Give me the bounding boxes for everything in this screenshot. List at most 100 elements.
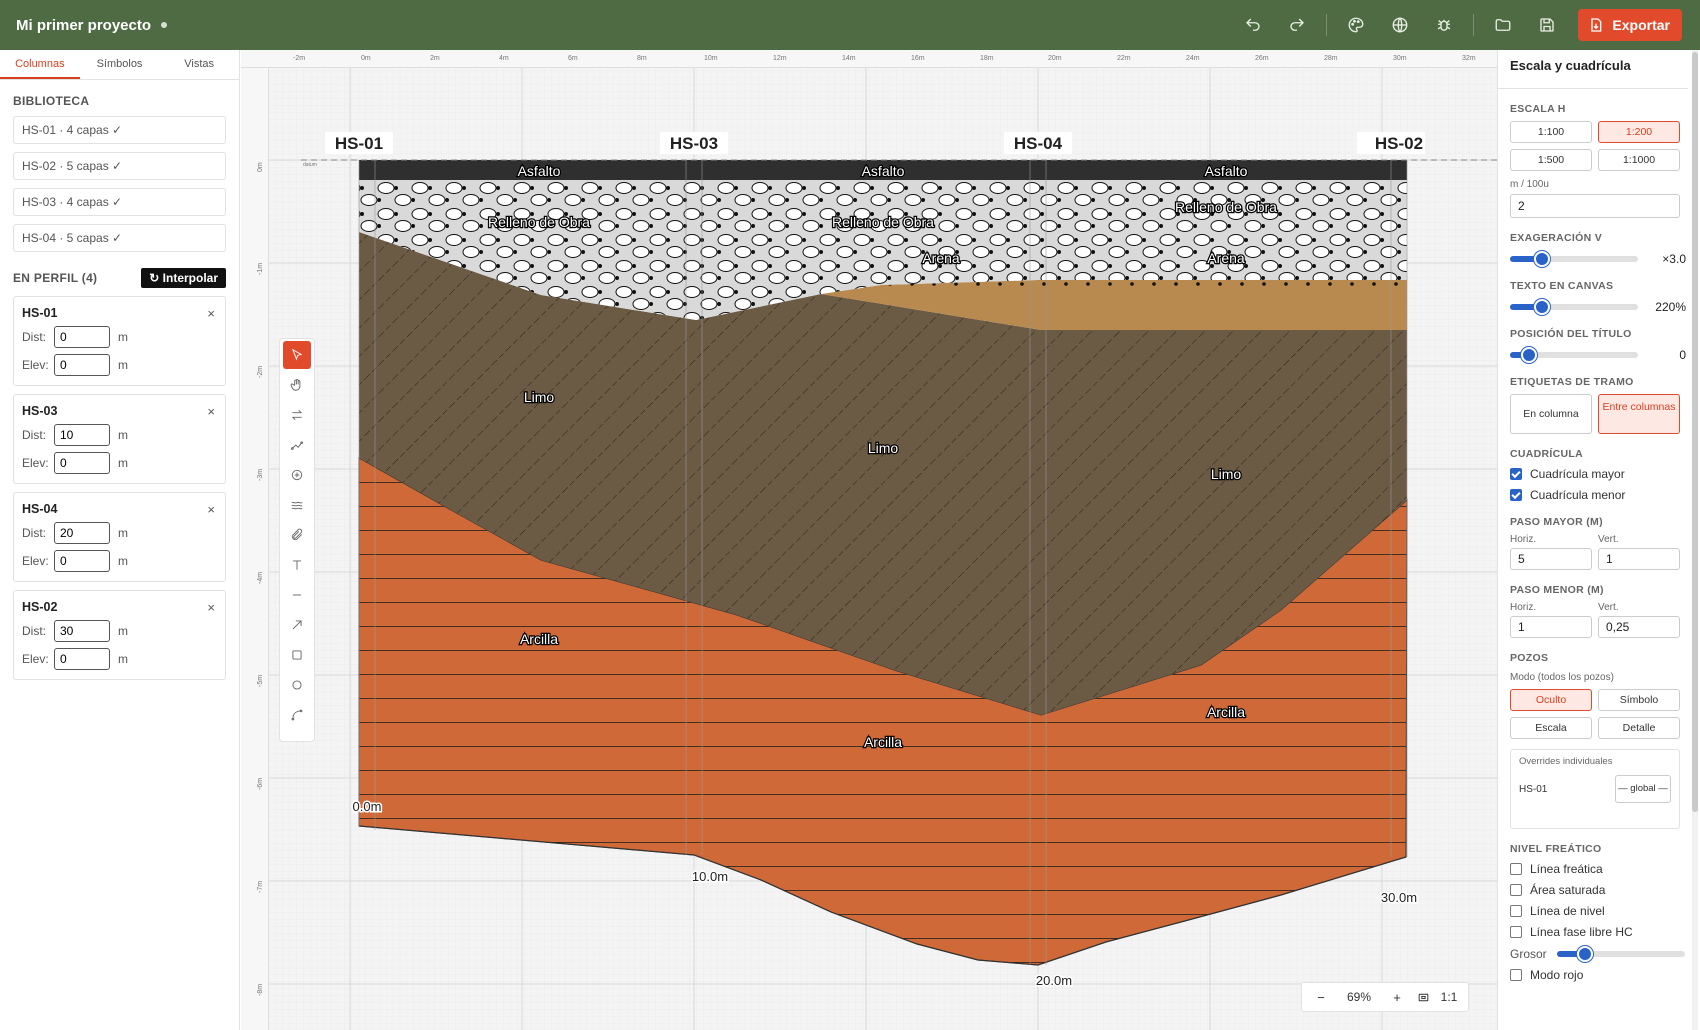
interpolate-icon[interactable] — [283, 431, 311, 459]
swap-icon[interactable] — [283, 401, 311, 429]
fit-screen-icon[interactable] — [1410, 984, 1436, 1010]
horiz-label: Horiz. — [1510, 602, 1537, 613]
panel-scrollbar[interactable] — [1692, 50, 1698, 1030]
zoom-in-button[interactable]: + — [1384, 984, 1410, 1010]
pozos-option[interactable]: Símbolo — [1598, 689, 1680, 711]
interpolate-button[interactable]: ↻ Interpolar — [141, 268, 226, 288]
zoom-reset-button[interactable]: 1:1 — [1436, 984, 1462, 1010]
layer-label-arena: Arena — [922, 250, 960, 266]
depth-label: 10.0m — [692, 869, 728, 884]
close-icon[interactable]: × — [207, 404, 215, 419]
hand-tool-icon[interactable] — [283, 371, 311, 399]
bug-icon[interactable] — [1429, 9, 1459, 41]
undo-icon[interactable] — [1238, 9, 1268, 41]
linea-freatica-checkbox[interactable] — [1510, 863, 1522, 875]
tab-vistas[interactable]: Vistas — [159, 50, 239, 79]
scale-option[interactable]: 1:500 — [1510, 149, 1592, 171]
column-card-hs01: HS-01 × Dist: m Elev: m — [13, 296, 226, 386]
canvas-area[interactable]: datum HS-01 HS-03 HS-04 HS-02 Asfalto As… — [241, 50, 1497, 1030]
elev-label: Elev: — [22, 456, 49, 470]
grosor-slider[interactable] — [1556, 946, 1685, 962]
paso-mayor-horiz-input[interactable]: 5 — [1510, 548, 1592, 570]
paso-menor-horiz-input[interactable]: 1 — [1510, 616, 1592, 638]
etiqueta-option-selected[interactable]: Entre columnas — [1598, 394, 1680, 434]
area-saturada-checkbox[interactable] — [1510, 884, 1522, 896]
folder-icon[interactable] — [1488, 9, 1518, 41]
elev-input[interactable] — [54, 648, 110, 670]
scale-option-selected[interactable]: 1:200 — [1598, 121, 1680, 143]
close-icon[interactable]: × — [207, 306, 215, 321]
project-title[interactable]: Mi primer proyecto — [16, 17, 151, 34]
divider — [1498, 88, 1688, 89]
depth-label: 30.0m — [1381, 890, 1417, 905]
curve-tool-icon[interactable] — [283, 701, 311, 729]
library-item[interactable]: HS-01 · 4 capas ✓ — [13, 116, 226, 144]
ruler-tick: -5m — [257, 674, 264, 687]
exag-slider[interactable] — [1510, 251, 1638, 267]
layer-label-relleno: Relleno de Obra — [1175, 199, 1277, 215]
tab-columnas[interactable]: Columnas — [0, 50, 80, 79]
library-item[interactable]: HS-02 · 5 capas ✓ — [13, 152, 226, 180]
add-point-icon[interactable] — [283, 461, 311, 489]
rectangle-tool-icon[interactable] — [283, 641, 311, 669]
dist-input[interactable] — [54, 620, 110, 642]
export-button[interactable]: Exportar — [1578, 9, 1682, 41]
library-item[interactable]: HS-04 · 5 capas ✓ — [13, 224, 226, 252]
text-tool-icon[interactable] — [283, 551, 311, 579]
paso-mayor-vert-input[interactable]: 1 — [1598, 548, 1680, 570]
water-level-icon[interactable] — [283, 491, 311, 519]
modo-rojo-checkbox[interactable] — [1510, 969, 1522, 981]
tab-simbolos[interactable]: Símbolos — [80, 50, 160, 79]
layer-label-arcilla: Arcilla — [520, 631, 558, 647]
column-title-hs03: HS-03 — [660, 132, 728, 154]
line-tool-icon[interactable] — [283, 581, 311, 609]
globe-icon[interactable] — [1385, 9, 1415, 41]
grid-minor-checkbox[interactable] — [1510, 489, 1522, 501]
pozos-option[interactable]: Escala — [1510, 717, 1592, 739]
select-tool-icon[interactable] — [283, 341, 311, 369]
scale-option[interactable]: 1:1000 — [1598, 149, 1680, 171]
tool-palette — [279, 338, 315, 742]
grid-major-checkbox[interactable] — [1510, 468, 1522, 480]
m-per-100u-input[interactable]: 2 — [1510, 194, 1680, 218]
dist-label: Dist: — [22, 428, 46, 442]
pozos-option[interactable]: Detalle — [1598, 717, 1680, 739]
pozos-option-selected[interactable]: Oculto — [1510, 689, 1592, 711]
posicion-slider[interactable] — [1510, 347, 1638, 363]
dist-input[interactable] — [54, 424, 110, 446]
texto-value: 220% — [1655, 300, 1686, 314]
dist-input[interactable] — [54, 522, 110, 544]
dist-input[interactable] — [54, 326, 110, 348]
close-icon[interactable]: × — [207, 600, 215, 615]
export-icon — [1591, 18, 1602, 32]
paso-menor-vert-input[interactable]: 0,25 — [1598, 616, 1680, 638]
palette-icon[interactable] — [1341, 9, 1371, 41]
unit-label: m — [118, 652, 128, 666]
etiquetas-options: En columna Entre columnas — [1510, 394, 1688, 434]
attach-icon[interactable] — [283, 521, 311, 549]
scale-option[interactable]: 1:100 — [1510, 121, 1592, 143]
grid-minor-label: Cuadrícula menor — [1530, 488, 1626, 502]
zoom-out-button[interactable]: − — [1308, 984, 1334, 1010]
grid-major-label: Cuadrícula mayor — [1530, 467, 1625, 481]
close-icon[interactable]: × — [207, 502, 215, 517]
profile-canvas[interactable]: datum HS-01 HS-03 HS-04 HS-02 Asfalto As… — [241, 50, 1497, 1030]
etiqueta-option[interactable]: En columna — [1510, 394, 1592, 434]
elev-input[interactable] — [54, 452, 110, 474]
texto-slider[interactable] — [1510, 299, 1638, 315]
arrow-tool-icon[interactable] — [283, 611, 311, 639]
elev-input[interactable] — [54, 354, 110, 376]
library-item[interactable]: HS-03 · 4 capas ✓ — [13, 188, 226, 216]
linea-nivel-checkbox[interactable] — [1510, 905, 1522, 917]
redo-icon[interactable] — [1282, 9, 1312, 41]
elev-label: Elev: — [22, 652, 49, 666]
circle-tool-icon[interactable] — [283, 671, 311, 699]
ruler-tick: 10m — [704, 55, 718, 62]
elev-input[interactable] — [54, 550, 110, 572]
linea-hc-checkbox[interactable] — [1510, 926, 1522, 938]
column-name: HS-02 — [22, 600, 58, 614]
linea-nivel-label: Línea de nivel — [1530, 904, 1605, 918]
exag-value: ×3.0 — [1662, 252, 1686, 266]
save-icon[interactable] — [1532, 9, 1562, 41]
override-select[interactable]: — global — — [1615, 775, 1671, 803]
